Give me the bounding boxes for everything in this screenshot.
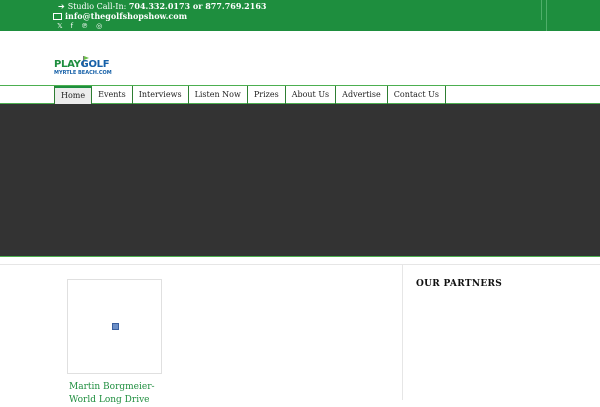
sidebar-heading: OUR PARTNERS	[416, 279, 503, 289]
studio-label: Studio Call-In:	[67, 2, 127, 11]
nav-item-listen-now[interactable]: Listen Now	[189, 86, 248, 104]
nav-item-advertise[interactable]: Advertise	[336, 86, 388, 104]
main-nav: Home Events Interviews Listen Now Prizes…	[54, 86, 446, 104]
content-divider	[0, 264, 600, 265]
arrow-right-icon: ➔	[58, 2, 65, 11]
logo-golf: GOLF	[80, 59, 110, 70]
nav-item-home[interactable]: Home	[55, 86, 93, 104]
hero-banner	[0, 104, 600, 257]
x-icon[interactable]: 𝕏	[57, 22, 63, 30]
sidebar-divider	[402, 265, 403, 400]
post-title[interactable]: Martin Borgmeier-World Long Drive	[69, 381, 179, 407]
social-links: 𝕏 f ℗ ◎	[57, 22, 102, 30]
site-logo[interactable]: PLAYGOLF MYRTLE BEACH.COM	[54, 56, 112, 81]
logo-wordmark: PLAYGOLF	[54, 59, 110, 70]
nav-item-interviews[interactable]: Interviews	[133, 86, 189, 104]
nav-item-contact-us[interactable]: Contact Us	[388, 86, 446, 104]
broken-image-icon	[112, 323, 119, 330]
facebook-icon[interactable]: f	[71, 22, 73, 30]
logo-play: PLAY	[54, 59, 81, 70]
instagram-icon[interactable]: ◎	[96, 22, 102, 30]
pinterest-icon[interactable]: ℗	[81, 22, 88, 30]
post-thumbnail[interactable]	[67, 279, 162, 374]
logo-subtitle: MYRTLE BEACH.COM	[54, 70, 112, 76]
mail-icon	[53, 13, 62, 20]
studio-call-in: ➔ Studio Call-In: 704.332.0173 or 877.769…	[58, 1, 266, 11]
topbar-divider	[541, 0, 542, 20]
nav-item-events[interactable]: Events	[92, 86, 133, 104]
studio-phones[interactable]: 704.332.0173 or 877.769.2163	[129, 1, 267, 11]
nav-item-about-us[interactable]: About Us	[286, 86, 337, 104]
nav-item-prizes[interactable]: Prizes	[248, 86, 286, 104]
top-contact-bar: ➔ Studio Call-In: 704.332.0173 or 877.769…	[0, 0, 600, 31]
topbar-divider	[546, 0, 547, 31]
contact-email: info@thegolfshopshow.com	[53, 11, 187, 21]
email-link[interactable]: info@thegolfshopshow.com	[65, 11, 187, 21]
